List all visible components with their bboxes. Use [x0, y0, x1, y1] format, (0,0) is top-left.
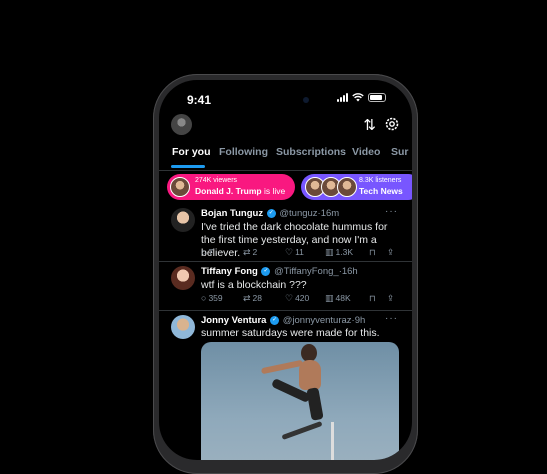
profile-avatar[interactable]: [171, 114, 192, 135]
tweet-actions: ○ 359 ⇄ 28 ♡ 420 ▥ 48K ⊓ ⇪: [201, 293, 400, 305]
more-options-icon[interactable]: ···: [385, 206, 398, 217]
retweet-icon: ⇄: [243, 293, 251, 303]
retweet-icon: ⇄: [243, 247, 251, 257]
active-tab-indicator: [171, 165, 205, 168]
bar-chart-icon: ▥: [325, 293, 334, 303]
bookmark-icon[interactable]: ⊓: [369, 293, 376, 304]
spaces-bar: 274K viewers Donald J. Trump is live 8.3…: [167, 174, 412, 200]
timeline-tabs: For you Following Subscriptions Video Su…: [159, 144, 412, 171]
tab-subscriptions[interactable]: Subscriptions: [276, 146, 346, 158]
bookmark-icon[interactable]: ⊓: [369, 247, 376, 258]
reply-button[interactable]: ○ 359: [201, 293, 223, 303]
tweet-item[interactable]: Bojan Tunguz ✓ @tunguz·16m ··· I've trie…: [159, 204, 412, 262]
author-handle[interactable]: @jonnyventuraz: [283, 315, 352, 326]
status-time: 9:41: [187, 93, 212, 107]
speaker-avatar-3: [337, 177, 357, 197]
author-handle[interactable]: @tunguz: [279, 208, 317, 219]
avatar[interactable]: [171, 315, 195, 339]
space-card-tech[interactable]: 8.3K listeners Tech News: [301, 174, 412, 200]
retweet-button[interactable]: ⇄ 2: [243, 247, 257, 258]
tweet-header: Tiffany Fong ✓ @TiffanyFong_·16h: [201, 266, 358, 277]
share-icon[interactable]: ⇪: [387, 293, 394, 304]
tweet-time: 9h: [354, 315, 366, 326]
more-options-icon[interactable]: ···: [385, 313, 398, 324]
dynamic-island: [253, 90, 319, 110]
like-button[interactable]: ♡ 11: [285, 247, 304, 258]
tweet-header: Jonny Ventura ✓ @jonnyventuraz·9h: [201, 315, 366, 326]
tweet-header: Bojan Tunguz ✓ @tunguz·16m: [201, 208, 340, 219]
skateboard: [281, 420, 323, 441]
author-name[interactable]: Jonny Ventura: [201, 315, 266, 326]
heart-icon: ♡: [285, 293, 294, 303]
host-avatar: [170, 177, 190, 197]
verified-badge-icon: ✓: [261, 266, 271, 276]
gear-icon[interactable]: [384, 116, 400, 132]
tweet-media-image[interactable]: [201, 342, 399, 460]
author-name[interactable]: Tiffany Fong: [201, 266, 258, 277]
like-button[interactable]: ♡ 420: [285, 293, 309, 304]
tab-more[interactable]: Sur: [391, 146, 409, 158]
status-icons: [337, 93, 386, 102]
retweet-button[interactable]: ⇄ 28: [243, 293, 262, 304]
wifi-icon: [352, 93, 364, 102]
battery-icon: [368, 93, 386, 102]
verified-badge-icon: ✓: [270, 315, 280, 325]
reply-icon: ○: [201, 293, 207, 303]
tab-following[interactable]: Following: [219, 146, 268, 158]
phone-screen: 9:41 ⇅ For you Following Subscriptions V…: [159, 80, 412, 460]
verified-badge-icon: ✓: [266, 208, 276, 218]
bar-chart-icon: ▥: [325, 247, 334, 257]
views-button[interactable]: ▥ 48K: [325, 293, 351, 304]
cellular-signal-icon: [337, 93, 348, 102]
arrows-up-down-icon[interactable]: ⇅: [363, 116, 376, 134]
tab-for-you[interactable]: For you: [172, 146, 211, 158]
space-card-live[interactable]: 274K viewers Donald J. Trump is live: [167, 174, 295, 200]
space-listeners: 8.3K listeners: [359, 177, 402, 184]
share-icon[interactable]: ⇪: [387, 247, 394, 258]
avatar[interactable]: [171, 208, 195, 232]
tweet-text: summer saturdays were made for this.: [201, 327, 380, 339]
space-host: Donald J. Trump is live: [195, 186, 286, 196]
avatar[interactable]: [171, 266, 195, 290]
camera-icon: [303, 97, 309, 103]
space-viewers: 274K viewers: [195, 177, 238, 184]
tweet-time: 16h: [341, 266, 358, 277]
author-name[interactable]: Bojan Tunguz: [201, 208, 263, 219]
views-button[interactable]: ▥ 1.3K: [325, 247, 353, 258]
tweet-item[interactable]: Tiffany Fong ✓ @TiffanyFong_·16h wtf is …: [159, 262, 412, 311]
tweet-text: wtf is a blockchain ???: [201, 279, 307, 291]
reply-button[interactable]: ○ 7: [201, 247, 213, 257]
space-title: Tech News: [359, 186, 403, 196]
heart-icon: ♡: [285, 247, 294, 257]
tab-video[interactable]: Video: [352, 146, 380, 158]
tweet-time: 16m: [320, 208, 340, 219]
author-handle[interactable]: @TiffanyFong_: [274, 266, 339, 277]
tweet-actions: ○ 7 ⇄ 2 ♡ 11 ▥ 1.3K ⊓ ⇪: [201, 247, 400, 259]
reply-icon: ○: [201, 247, 207, 257]
top-bar: ⇅: [159, 112, 412, 140]
